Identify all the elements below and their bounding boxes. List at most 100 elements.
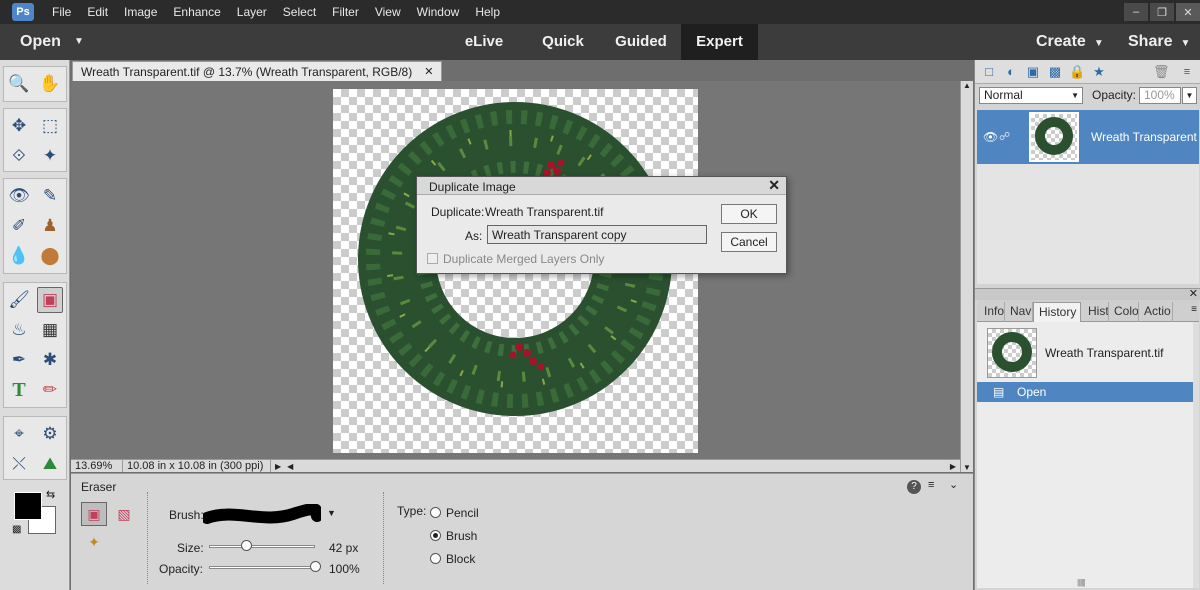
lock-transparent-icon[interactable]: ▩ [1047, 64, 1063, 80]
close-document-icon[interactable]: ✕ [424, 65, 433, 78]
layers-menu-icon[interactable]: ≡ [1179, 64, 1195, 80]
menu-enhance[interactable]: Enhance [165, 0, 228, 24]
open-dropdown-icon[interactable]: ▼ [74, 24, 84, 60]
content-aware-move-tool-icon[interactable]: ⤬ [6, 451, 32, 477]
tab-actions[interactable]: Actio [1139, 302, 1173, 322]
opacity-slider[interactable] [209, 566, 315, 569]
swap-colors-icon[interactable]: ⇆ [46, 488, 55, 501]
close-icon[interactable]: ✕ [1176, 3, 1200, 21]
create-button[interactable]: Create ▼ [1036, 24, 1104, 62]
eyedropper-tool-icon[interactable]: ✒ [6, 347, 32, 373]
history-snapshot-name[interactable]: Wreath Transparent.tif [1045, 346, 1164, 360]
adjustment-layer-icon[interactable]: ◐ [1003, 64, 1019, 80]
blur-tool-icon[interactable]: 💧 [6, 243, 32, 269]
canvas-vertical-scrollbar[interactable]: ▲ ▼ [960, 81, 973, 472]
tab-history[interactable]: History [1033, 302, 1081, 322]
recompose-tool-icon[interactable]: ⚙ [37, 421, 63, 447]
dialog-titlebar[interactable]: Duplicate Image ✕ [417, 177, 786, 195]
smart-brush-tool-icon[interactable]: ✐ [6, 213, 32, 239]
size-slider-thumb[interactable] [241, 540, 253, 551]
layer-opacity-field[interactable]: 100% [1139, 87, 1181, 104]
zoom-tool-icon[interactable]: 🔍 [6, 71, 32, 97]
lock-all-icon[interactable]: 🔒 [1069, 64, 1085, 80]
resize-grip-icon[interactable]: ||||||| [1077, 578, 1085, 587]
brush-tool-icon[interactable]: 🖌 [6, 287, 32, 313]
tab-color[interactable]: Colo [1109, 302, 1139, 322]
collapse-options-icon[interactable]: ⌄ [949, 478, 958, 491]
visibility-eye-icon[interactable]: 👁 [983, 130, 998, 144]
status-menu-icon[interactable]: ▶ [271, 462, 285, 471]
healing-brush-tool-icon[interactable]: ✎ [37, 183, 63, 209]
panel-menu-icon[interactable]: ≡ [1191, 304, 1197, 315]
size-slider[interactable] [209, 545, 315, 548]
panel-divider[interactable]: ✕ [975, 288, 1200, 300]
type-brush-radio[interactable] [430, 530, 441, 541]
open-button[interactable]: Open [20, 24, 61, 60]
tab-histogram[interactable]: Histo [1083, 302, 1109, 322]
history-scrollbar[interactable] [1193, 322, 1199, 588]
menu-window[interactable]: Window [409, 0, 468, 24]
ok-button[interactable]: OK [721, 204, 777, 224]
default-colors-icon[interactable]: ▩ [12, 524, 21, 535]
menu-view[interactable]: View [367, 0, 409, 24]
duplicate-name-input[interactable] [487, 225, 707, 244]
eraser-tool-icon[interactable]: ▣ [37, 287, 63, 313]
history-step[interactable]: ▤ Open [977, 382, 1193, 402]
scroll-left-icon[interactable]: ◀ [285, 462, 293, 471]
layer-row[interactable]: 👁 ☍ Wreath Transparent [977, 110, 1199, 164]
gradient-tool-icon[interactable]: ▦ [37, 317, 63, 343]
brush-dropdown-icon[interactable]: ▼ [327, 508, 336, 518]
type-tool-icon[interactable]: T [6, 377, 32, 403]
type-pencil-radio[interactable] [430, 507, 441, 518]
crop-tool-icon[interactable]: ⌖ [6, 421, 32, 447]
type-block-radio[interactable] [430, 553, 441, 564]
tab-elive[interactable]: eLive [450, 24, 518, 60]
magic-eraser-mode-icon[interactable]: ✦ [81, 530, 107, 554]
menu-layer[interactable]: Layer [229, 0, 275, 24]
new-layer-icon[interactable]: □ [981, 64, 997, 80]
fx-layer-icon[interactable]: ★ [1091, 64, 1107, 80]
tab-info[interactable]: Info [979, 302, 1005, 322]
brush-preset-picker[interactable] [203, 504, 321, 526]
straighten-tool-icon[interactable]: ⛰ [37, 451, 63, 477]
history-snapshot-thumbnail[interactable] [987, 328, 1037, 378]
menu-help[interactable]: Help [467, 0, 508, 24]
delete-layer-icon[interactable]: 🗑 [1153, 64, 1170, 80]
hand-tool-icon[interactable]: ✋ [37, 71, 63, 97]
lasso-tool-icon[interactable]: ⟐ [6, 143, 32, 169]
share-button[interactable]: Share ▼ [1128, 24, 1190, 62]
layer-opacity-dropdown-icon[interactable]: ▼ [1182, 87, 1197, 104]
foreground-color-swatch[interactable] [14, 492, 42, 520]
magic-wand-tool-icon[interactable]: ✦ [37, 143, 63, 169]
tab-expert[interactable]: Expert [681, 24, 758, 60]
blend-mode-select[interactable]: Normal ▼ [979, 87, 1083, 104]
opacity-slider-thumb[interactable] [310, 561, 321, 572]
options-menu-icon[interactable]: ≡ [928, 479, 934, 491]
close-panel-icon[interactable]: ✕ [1189, 287, 1198, 300]
scroll-up-icon[interactable]: ▲ [963, 81, 971, 90]
tab-quick[interactable]: Quick [530, 24, 596, 60]
scroll-right-icon[interactable]: ▶ [950, 462, 960, 471]
document-tab[interactable]: Wreath Transparent.tif @ 13.7% (Wreath T… [72, 61, 443, 81]
custom-shape-tool-icon[interactable]: ✱ [37, 347, 63, 373]
tab-navigator[interactable]: Navi [1005, 302, 1033, 322]
clone-stamp-tool-icon[interactable]: ♟ [37, 213, 63, 239]
tab-guided[interactable]: Guided [604, 24, 678, 60]
menu-file[interactable]: File [44, 0, 79, 24]
link-icon[interactable]: ☍ [999, 130, 1010, 143]
red-eye-tool-icon[interactable]: 👁 [6, 183, 32, 209]
menu-select[interactable]: Select [275, 0, 324, 24]
sponge-tool-icon[interactable]: ⬤ [37, 243, 63, 269]
scroll-down-icon[interactable]: ▼ [963, 463, 971, 472]
help-icon[interactable]: ? [907, 480, 921, 494]
marquee-tool-icon[interactable]: ⬚ [37, 113, 63, 139]
minimize-icon[interactable]: – [1124, 3, 1148, 21]
paint-bucket-tool-icon[interactable]: ♨ [6, 317, 32, 343]
background-eraser-mode-icon[interactable]: ▧ [111, 502, 137, 526]
cancel-button[interactable]: Cancel [721, 232, 777, 252]
menu-image[interactable]: Image [116, 0, 165, 24]
eraser-mode-icon[interactable]: ▣ [81, 502, 107, 526]
move-tool-icon[interactable]: ✥ [6, 113, 32, 139]
close-icon[interactable]: ✕ [768, 177, 780, 194]
zoom-level[interactable]: 13.69% [71, 460, 123, 472]
